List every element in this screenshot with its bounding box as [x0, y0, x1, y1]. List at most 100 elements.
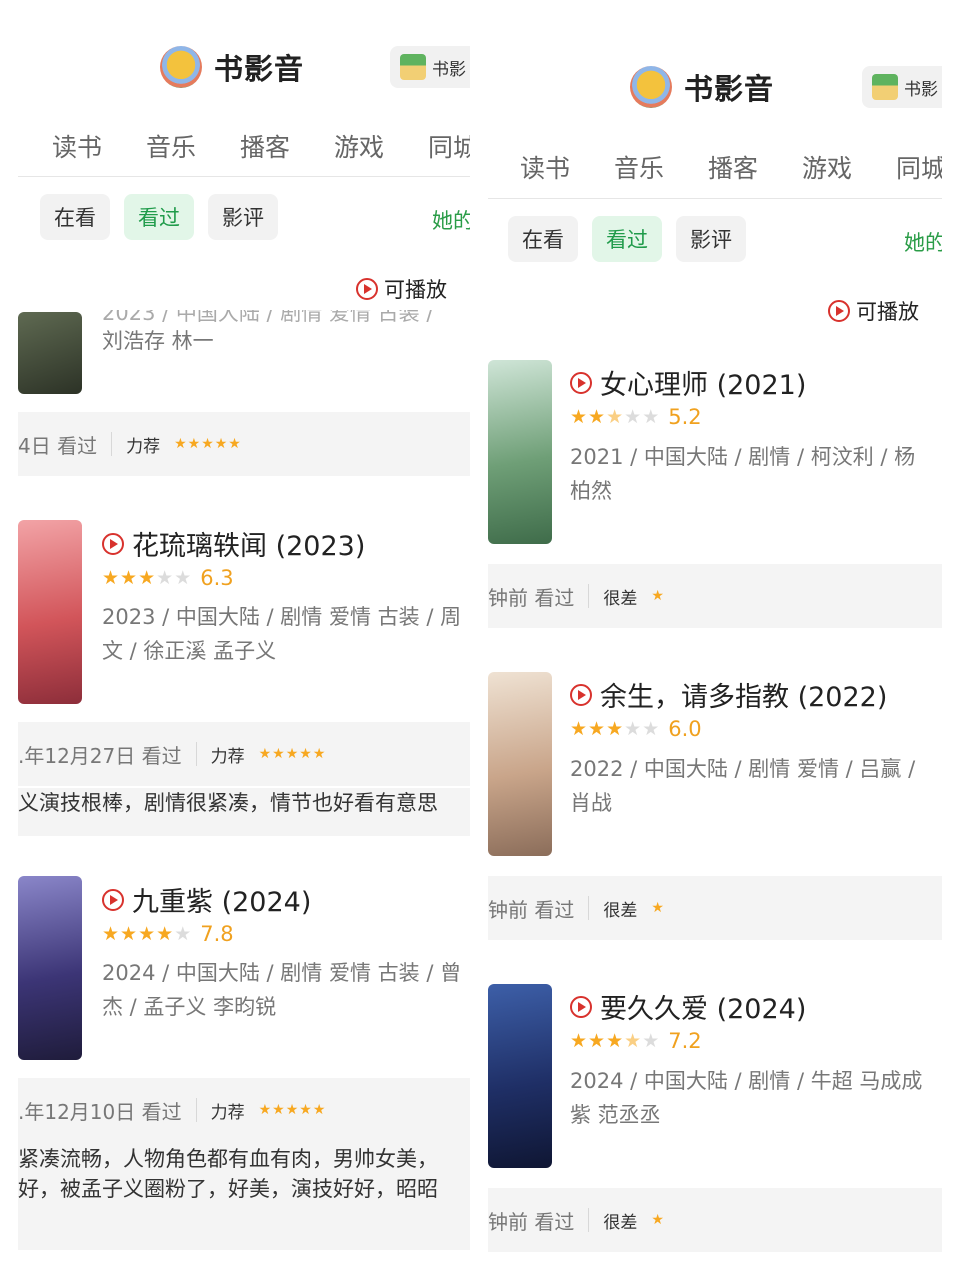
chip-watching[interactable]: 在看 — [40, 194, 110, 240]
item-meta-line2: 肖战 — [570, 791, 612, 815]
item-rating: ★★★★★ 6.3 — [102, 566, 234, 590]
rating-score: 5.2 — [668, 405, 702, 429]
play-icon — [102, 532, 124, 555]
item-meta-line1: 2023 / 中国大陆 / 剧情 爱情 古装 / 周 — [102, 605, 462, 629]
tabs-divider — [18, 176, 470, 177]
category-tabs: 读书 音乐 播客 游戏 同城 — [520, 149, 942, 185]
playable-label: 可播放 — [384, 278, 447, 302]
chip-watching[interactable]: 在看 — [508, 216, 578, 262]
user-rating-stars: ★★★★★ — [174, 436, 242, 452]
tab-reading[interactable]: 读书 — [520, 149, 614, 185]
item-meta-line2: 杰 / 孟子义 李昀锐 — [102, 995, 277, 1019]
playable-filter[interactable]: 可播放 — [356, 274, 447, 304]
item-meta-line1: 2024 / 中国大陆 / 剧情 / 牛超 马成成 — [570, 1069, 923, 1093]
item-meta-line1: 2024 / 中国大陆 / 剧情 爱情 古装 / 曾 — [102, 961, 462, 985]
store-icon — [400, 54, 426, 80]
rating-label: 很差 — [603, 1212, 638, 1233]
user-rating-stars: ★ — [651, 588, 665, 604]
chip-watched[interactable]: 看过 — [124, 194, 194, 240]
store-button[interactable]: 书影 — [390, 46, 470, 88]
item-meta-line1: 2021 / 中国大陆 / 剧情 / 柯汶利 / 杨 — [570, 445, 916, 469]
status-chips: 在看 看过 影评 — [40, 194, 278, 240]
item-title-row[interactable]: 女心理师 (2021) — [570, 363, 806, 402]
left-screenshot-panel: 书影音 书影 读书 音乐 播客 游戏 同城 在看 看过 影评 她的 可播放 20… — [18, 0, 470, 1280]
app-logo-icon — [160, 46, 202, 88]
item-title-row[interactable]: 余生，请多指教 (2022) — [570, 675, 887, 714]
user-rating-stars: ★ — [651, 900, 665, 916]
app-logo[interactable]: 书影音 — [160, 46, 304, 88]
item-meta-line2: 文 / 徐正溪 孟子义 — [102, 639, 277, 663]
play-icon — [102, 888, 124, 911]
play-icon — [570, 683, 592, 706]
tab-local[interactable]: 同城 — [896, 149, 942, 185]
separator — [111, 432, 113, 456]
separator — [195, 742, 197, 766]
rating-stars: ★★★★★ — [570, 406, 661, 428]
rating-stars: ★★★★★ — [102, 923, 193, 945]
tab-games[interactable]: 游戏 — [802, 149, 896, 185]
status-chips: 在看 看过 影评 — [508, 216, 746, 262]
poster-hua-liu-li[interactable] — [18, 520, 82, 704]
item-meta-line1: 2022 / 中国大陆 / 剧情 爱情 / 吕赢 / — [570, 757, 916, 781]
item-rating: ★★★★★ 7.8 — [102, 922, 234, 946]
rating-stars: ★★★★★ — [570, 1030, 661, 1052]
tab-reading[interactable]: 读书 — [52, 128, 146, 164]
watched-date: 钟前 看过 — [488, 897, 575, 922]
separator — [588, 1208, 590, 1232]
store-button[interactable]: 书影 — [862, 66, 942, 108]
rating-label: 力荐 — [126, 436, 161, 457]
user-rating-stars: ★★★★★ — [258, 1102, 327, 1118]
playable-filter[interactable]: 可播放 — [828, 296, 919, 326]
watched-date: 钟前 看过 — [488, 1209, 575, 1234]
item-rating: ★★★★★ 7.2 — [570, 1029, 702, 1053]
watched-date: .年12月27日 看过 — [18, 743, 182, 768]
user-comment[interactable]: 义演技根棒，剧情很紧凑，情节也好看有意思 — [18, 788, 470, 836]
poster-jiu-chong-zi[interactable] — [18, 876, 82, 1060]
meta-partial-line2: 刘浩存 林一 — [102, 329, 214, 353]
poster-yu-sheng[interactable] — [488, 672, 552, 856]
poster-partial[interactable] — [18, 312, 82, 394]
item-title-row[interactable]: 九重紫 (2024) — [102, 880, 311, 919]
tab-games[interactable]: 游戏 — [334, 128, 428, 164]
rating-stars: ★★★★★ — [102, 567, 193, 589]
right-screenshot-panel: 书影音 书影 读书 音乐 播客 游戏 同城 在看 看过 影评 她的 可播放 女心… — [488, 0, 942, 1280]
chip-watched[interactable]: 看过 — [592, 216, 662, 262]
her-link[interactable]: 她的 — [432, 205, 470, 235]
poster-nv-xin-li-shi[interactable] — [488, 360, 552, 544]
user-rating-stars: ★ — [651, 1212, 665, 1228]
item-rating: ★★★★★ 6.0 — [570, 717, 702, 741]
play-icon — [570, 995, 592, 1018]
tab-music[interactable]: 音乐 — [146, 128, 240, 164]
rating-score: 6.0 — [668, 717, 702, 741]
item-title: 九重紫 (2024) — [132, 887, 312, 918]
rating-label: 力荐 — [210, 1102, 245, 1123]
tabs-divider — [488, 198, 942, 199]
chip-reviews[interactable]: 影评 — [676, 216, 746, 262]
tab-podcast[interactable]: 播客 — [240, 128, 334, 164]
user-comment[interactable]: 紧凑流畅，人物角色都有血有肉，男帅女美， 好，被孟子义圈粉了，好美，演技好好，昭… — [18, 1142, 470, 1250]
watched-date: .年12月10日 看过 — [18, 1099, 182, 1124]
store-icon — [872, 74, 898, 100]
item-title: 余生，请多指教 (2022) — [600, 682, 888, 713]
item-title-row[interactable]: 花琉璃轶闻 (2023) — [102, 524, 365, 563]
play-icon — [570, 371, 592, 394]
rating-label: 很差 — [603, 900, 638, 921]
her-link[interactable]: 她的 — [904, 227, 942, 257]
item-title-row[interactable]: 要久久爱 (2024) — [570, 987, 806, 1026]
rating-label: 力荐 — [210, 746, 245, 767]
tab-music[interactable]: 音乐 — [614, 149, 708, 185]
rating-score: 7.8 — [200, 922, 234, 946]
tab-podcast[interactable]: 播客 — [708, 149, 802, 185]
poster-yao-jiu-jiu-ai[interactable] — [488, 984, 552, 1168]
watch-info: 钟前 看过 很差 ★ — [488, 876, 942, 940]
watch-info-partial: 4日 看过 力荐 ★★★★★ — [18, 412, 470, 476]
play-icon — [828, 300, 850, 322]
play-icon — [356, 278, 378, 300]
watch-info: 钟前 看过 很差 ★ — [488, 1188, 942, 1252]
separator — [195, 1098, 197, 1122]
app-logo-icon — [630, 66, 672, 108]
app-logo[interactable]: 书影音 — [630, 66, 774, 108]
app-title: 书影音 — [684, 72, 775, 106]
chip-reviews[interactable]: 影评 — [208, 194, 278, 240]
tab-local[interactable]: 同城 — [428, 128, 470, 164]
